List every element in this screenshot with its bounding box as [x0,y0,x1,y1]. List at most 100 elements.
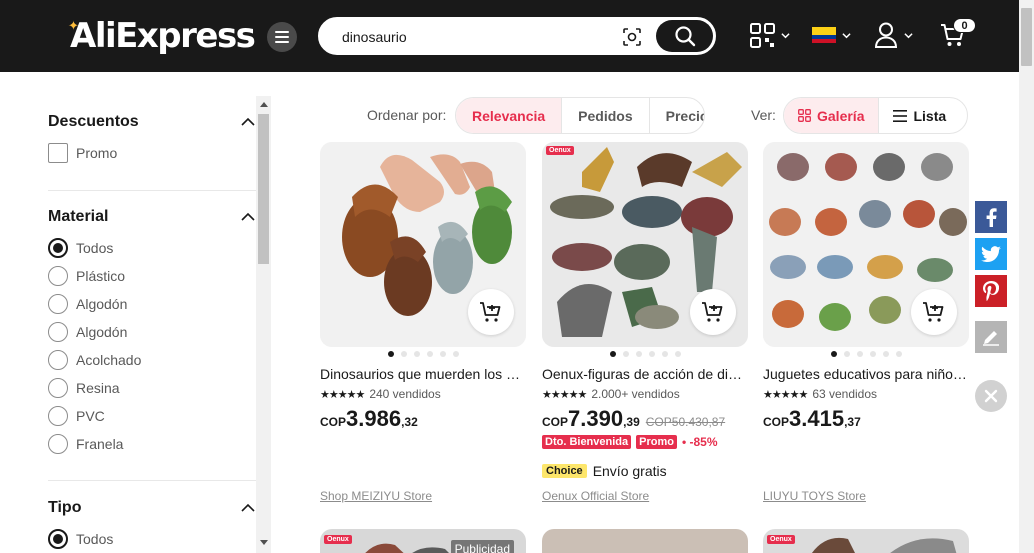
product-rating: ★★★★★ 2.000+ vendidos [542,387,680,401]
promo-badges: Dto. Bienvenida Promo • -85% [542,435,718,449]
search-button[interactable] [656,20,713,52]
promo-badge: Promo [636,435,677,449]
store-link[interactable]: LIUYU TOYS Store [763,489,866,503]
dinosaur-image-peek [365,543,449,553]
chevron-up-icon[interactable] [241,117,255,127]
view-galeria[interactable]: Galería [784,98,880,133]
image-search-icon[interactable] [622,27,642,47]
add-to-cart-button[interactable] [911,289,957,335]
search-input[interactable] [342,27,612,47]
product-title[interactable]: Juguetes educativos para niños dinosauri… [763,366,969,382]
price-decimal: ,39 [623,415,640,429]
qr-code-icon [750,22,775,48]
share-pinterest-button[interactable] [975,275,1007,307]
radio-button[interactable] [48,434,68,454]
discount-percent: • -85% [681,435,718,449]
product-price: COP 3.415 ,37 [763,406,861,432]
logo-text: AliExpress [70,16,256,56]
radio-button[interactable] [48,378,68,398]
sidebar-scrollbar-thumb[interactable] [258,114,269,264]
filter-sidebar: Descuentos Promo Material Todos Plástico… [48,96,256,553]
product-image[interactable]: Oenux [542,142,748,347]
chevron-up-icon[interactable] [241,503,255,513]
categories-menu-button[interactable] [267,22,297,52]
filter-option-resina[interactable]: Resina [48,378,120,398]
price-integer: 3.415 [789,406,845,431]
price-currency: COP [320,415,347,429]
dinosaur-image-peek [811,538,957,553]
radio-button[interactable] [48,238,68,258]
filter-option-label: Algodón [76,324,128,340]
sort-precio[interactable]: Precio [650,98,704,133]
filter-option-label: Promo [76,145,118,161]
product-price: COP 7.390 ,39 COP50.430,87 [542,406,725,432]
view-galeria-label: Galería [817,107,865,124]
pinterest-icon [983,281,999,301]
radio-button[interactable] [48,350,68,370]
view-lista-label: Lista [913,107,947,124]
search-icon [674,26,695,47]
divider [48,480,256,481]
close-share-button[interactable] [975,380,1007,412]
product-image[interactable] [320,142,526,347]
product-card-peek[interactable]: Oenux Publicidad [320,529,526,553]
share-facebook-button[interactable] [975,201,1007,233]
image-carousel-dots [542,351,748,359]
view-lista[interactable]: Lista [879,98,960,133]
radio-button[interactable] [48,322,68,342]
cart-count-badge: 0 [953,18,976,33]
sidebar-scrollbar[interactable] [256,96,271,553]
product-title[interactable]: Dinosaurios que muerden los dedos, jugue… [320,366,526,382]
radio-button[interactable] [48,529,68,549]
divider [48,190,256,191]
country-selector[interactable] [812,20,851,50]
account-menu[interactable] [874,20,913,50]
filter-option-franela[interactable]: Franela [48,434,123,454]
brand-tag: Oenux [324,535,352,544]
filter-option-label: PVC [76,408,105,424]
cart-plus-icon [702,302,723,322]
share-edit-button[interactable] [975,321,1007,353]
filter-option-algodon[interactable]: Algodón [48,294,127,314]
search-bar [318,17,716,55]
filter-title-tipo: Tipo [48,499,82,516]
add-to-cart-button[interactable] [690,289,736,335]
brand-tag: Oenux [546,146,574,155]
store-link[interactable]: Oenux Official Store [542,489,649,503]
store-link[interactable]: Shop MEIZIYU Store [320,489,432,503]
filter-option-plastico[interactable]: Plástico [48,266,125,286]
list-icon [893,109,908,122]
product-card-peek[interactable] [542,529,748,553]
sold-count: 63 vendidos [812,387,878,401]
filter-option-acolchado[interactable]: Acolchado [48,350,141,370]
scroll-up-arrow-icon[interactable] [260,102,268,107]
share-twitter-button[interactable] [975,238,1007,270]
sort-relevancia[interactable]: Relevancia [456,98,563,133]
filter-option-tipo-todos[interactable]: Todos [48,529,113,549]
filter-option-todos[interactable]: Todos [48,238,113,258]
aliexpress-logo[interactable]: ✦ AliExpress [68,16,256,56]
product-card-peek[interactable]: Oenux [763,529,969,553]
sort-label: Ordenar por: [367,107,447,123]
checkbox[interactable] [48,143,68,163]
scroll-down-arrow-icon[interactable] [260,540,268,545]
filter-option-pvc[interactable]: PVC [48,406,105,426]
sort-pedidos[interactable]: Pedidos [562,98,650,133]
filter-option-promo[interactable]: Promo [48,143,117,163]
chevron-down-icon [781,32,790,38]
radio-button[interactable] [48,406,68,426]
product-title[interactable]: Oenux-figuras de acción de dinosaurios [542,366,748,382]
page-scrollbar[interactable] [1019,0,1034,553]
filter-option-algodon-2[interactable]: Algodón [48,322,127,342]
app-qr-menu[interactable] [750,20,790,50]
add-to-cart-button[interactable] [468,289,514,335]
chevron-up-icon[interactable] [241,212,255,222]
page-scrollbar-thumb[interactable] [1021,8,1032,66]
radio-button[interactable] [48,266,68,286]
filter-option-label: Algodón [76,296,128,312]
sort-options: Relevancia Pedidos Precio [455,97,705,134]
radio-button[interactable] [48,294,68,314]
price-decimal: ,32 [401,415,418,429]
chevron-down-icon [842,32,851,38]
product-image[interactable] [763,142,969,347]
